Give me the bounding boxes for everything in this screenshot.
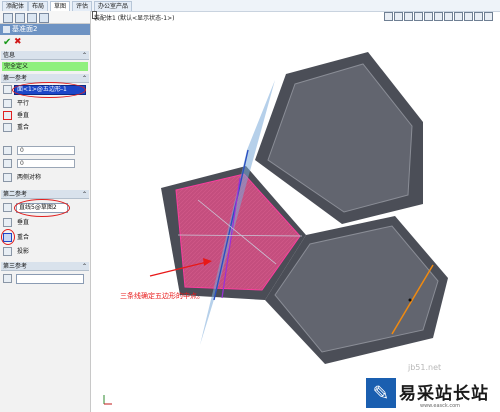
graphics-area[interactable]	[0, 0, 500, 412]
brand-name: 易采站长站	[399, 384, 489, 404]
watermark-text: jb51.net	[408, 363, 442, 372]
hexagon-top[interactable]	[255, 52, 423, 224]
annotation-text: 三条线确定五边形的中点。	[120, 292, 204, 300]
brand-url: www.easck.com	[420, 403, 461, 409]
brand-logo-icon: ✎	[366, 378, 396, 408]
coordinate-triad-icon	[103, 395, 112, 405]
